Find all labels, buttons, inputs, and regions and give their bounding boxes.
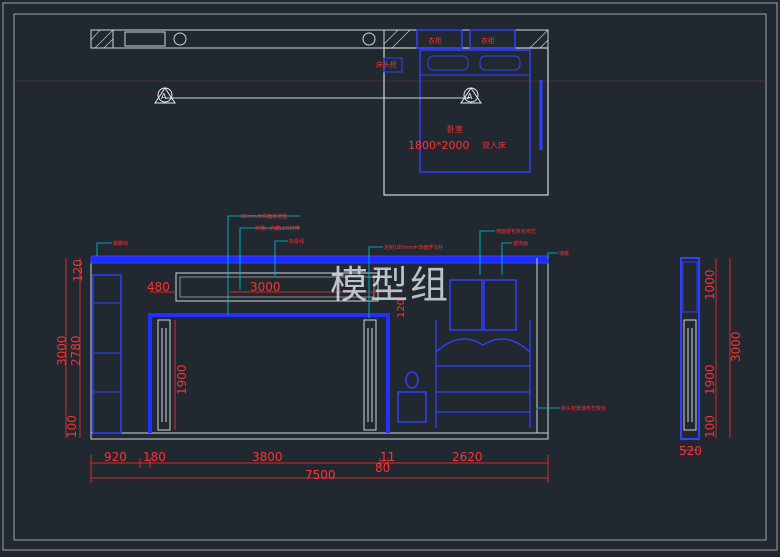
bed-elevation <box>435 320 531 428</box>
wall-panel-1 <box>449 279 483 331</box>
dim-side-520: 520 <box>679 444 702 458</box>
plan-right-wall <box>383 29 549 49</box>
plan-room-outline <box>383 47 549 196</box>
annotation-hard-pack: 墙面硬包软包布艺 <box>496 228 536 235</box>
plan-tag-nightstand: 床头柜 <box>376 60 397 69</box>
ceiling-band <box>90 255 549 264</box>
dim-bottom-920: 920 <box>104 450 127 464</box>
dim-side-1900: 1900 <box>703 364 717 395</box>
dim-door-1900: 1900 <box>175 364 189 395</box>
cad-drawing-canvas: 衣柜 衣柜 床头柜 卧室 1800*2000 双人床 A A 踢脚线 80mm木… <box>0 0 780 553</box>
annotation-wallpaper: 墙纸 <box>559 250 569 257</box>
plan-room-label: 卧室 <box>447 124 463 134</box>
annotation-headboard: 床头背景墙布艺软包 <box>561 405 606 412</box>
plan-bed-size: 1800*2000 <box>408 139 470 152</box>
annotation-column: 定制180mm木饰面罗马柱 <box>384 244 443 251</box>
plan-view: 衣柜 衣柜 床头柜 卧室 1800*2000 双人床 A A <box>90 29 549 196</box>
dim-left-2780: 2780 <box>69 335 83 366</box>
section-marker-right-label: A <box>467 92 473 101</box>
annotation-shelf: 踢脚线 <box>113 240 128 247</box>
plan-fixture-circle <box>173 32 187 46</box>
left-cabinet <box>92 274 122 434</box>
plan-window-box <box>124 31 166 47</box>
dim-left-3000: 3000 <box>55 335 69 366</box>
dim-bottom-3800: 3800 <box>252 450 283 464</box>
plan-fixture-circle-2 <box>362 32 376 46</box>
section-marker-left-label: A <box>161 92 167 101</box>
wall-panel-2 <box>483 279 517 331</box>
plan-bed-pillow-2 <box>479 55 521 71</box>
plan-bed-suffix: 双人床 <box>482 140 506 150</box>
dim-side-3000: 3000 <box>729 331 743 362</box>
column-left <box>157 319 171 431</box>
plan-bed <box>419 49 531 173</box>
nightstand-elevation <box>397 371 427 423</box>
dim-side-1000: 1000 <box>703 269 717 300</box>
plan-wall-strip <box>90 29 385 49</box>
column-right <box>363 319 377 431</box>
dim-top-3000: 3000 <box>250 280 281 294</box>
dim-bottom-2620: 2620 <box>452 450 483 464</box>
side-section: 1000 1900 100 3000 520 <box>679 257 743 458</box>
annotation-plaster: 石膏线 <box>289 238 304 245</box>
dim-side-100: 100 <box>703 415 717 438</box>
annotation-wood-panel: 80mm木饰面板造型 <box>241 213 287 220</box>
plan-tag-wardrobe-2: 衣柜 <box>481 36 495 45</box>
dim-top-480: 480 <box>147 280 170 294</box>
dim-total-7500: 7500 <box>305 468 336 482</box>
annotation-light-slot: 灯槽，内藏LED灯带 <box>255 225 300 232</box>
section-marker-right: A <box>460 87 482 104</box>
dim-bottom-80: 80 <box>375 461 390 475</box>
plan-bed-pillow-1 <box>427 55 469 71</box>
dim-top-120: 120 <box>71 259 85 282</box>
annotation-painting: 装饰画 <box>513 240 528 247</box>
plan-bed-headboard <box>419 49 531 76</box>
plan-tag-wardrobe-1: 衣柜 <box>428 36 442 45</box>
watermark: 模型组 <box>330 263 451 307</box>
section-marker-left: A <box>154 87 176 104</box>
dim-left-100: 100 <box>65 415 79 438</box>
plan-hatch-left <box>90 29 114 49</box>
side-column <box>683 319 697 431</box>
dim-bottom-180: 180 <box>143 450 166 464</box>
